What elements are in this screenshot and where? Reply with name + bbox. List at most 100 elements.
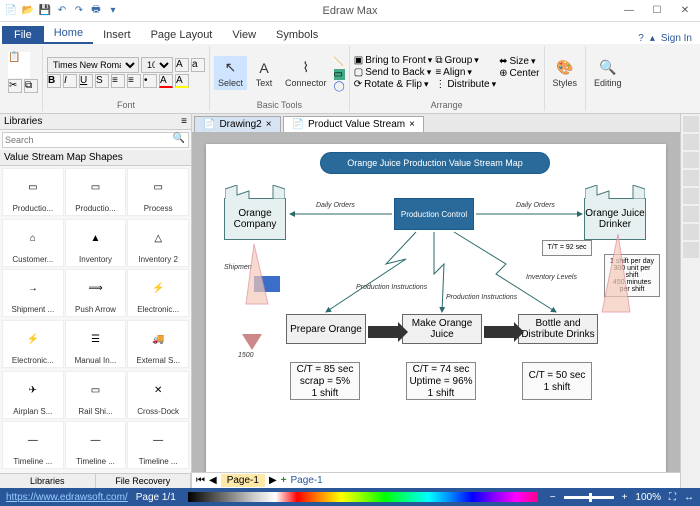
- doc-tab-1[interactable]: 📄Product Value Stream×: [283, 116, 424, 132]
- shape-item[interactable]: ⚡Electronic...: [127, 269, 189, 317]
- font-color-icon[interactable]: A: [159, 74, 173, 88]
- qat-undo-icon[interactable]: ↶: [55, 4, 69, 18]
- takt-time-note[interactable]: T/T = 92 sec: [542, 240, 592, 256]
- rt-layer-icon[interactable]: [683, 188, 699, 204]
- shift-note[interactable]: 1 shift per day 300 unit per shift 450 m…: [604, 254, 660, 297]
- production-control-node[interactable]: Production Control: [394, 198, 474, 230]
- close-tab-icon[interactable]: ×: [409, 119, 415, 130]
- bullets-icon[interactable]: •: [143, 74, 157, 88]
- shape-search-input[interactable]: [2, 132, 189, 148]
- search-icon[interactable]: 🔍: [173, 133, 185, 144]
- font-decrease-icon[interactable]: a: [191, 58, 205, 72]
- bold-icon[interactable]: B: [47, 74, 61, 88]
- tab-libraries[interactable]: Libraries: [0, 474, 96, 488]
- rt-props-icon[interactable]: [683, 206, 699, 222]
- drawing-page[interactable]: Orange Juice Production Value Stream Map…: [206, 144, 666, 472]
- styles-button[interactable]: 🎨Styles: [549, 56, 582, 90]
- shape-item[interactable]: —Timeline ...: [65, 421, 127, 469]
- cut-icon[interactable]: ✂: [8, 79, 22, 93]
- maximize-button[interactable]: ☐: [644, 2, 670, 20]
- rt-theme-icon[interactable]: [683, 170, 699, 186]
- qat-save-icon[interactable]: 💾: [38, 4, 52, 18]
- shape-item[interactable]: ▭Productio...: [65, 168, 127, 216]
- sidebar-menu-icon[interactable]: ≡: [181, 116, 187, 127]
- doc-tab-0[interactable]: 📄Drawing2×: [194, 116, 281, 132]
- group-icon[interactable]: ⧉: [435, 55, 442, 66]
- shape-item[interactable]: ✕Cross-Dock: [127, 371, 189, 419]
- align-left-icon[interactable]: ≡: [111, 74, 125, 88]
- process-2[interactable]: Make Orange Juice: [402, 314, 482, 344]
- customer-node[interactable]: Orange Juice Drinker: [584, 198, 646, 240]
- tab-home[interactable]: Home: [44, 24, 93, 44]
- qat-redo-icon[interactable]: ↷: [72, 4, 86, 18]
- rect-tool-icon[interactable]: ▭: [334, 69, 345, 80]
- align-icon[interactable]: ≡: [435, 67, 441, 78]
- shape-item[interactable]: ▭Rail Shi...: [65, 371, 127, 419]
- fit-page-icon[interactable]: ⛶: [669, 492, 676, 503]
- underline-icon[interactable]: U: [79, 74, 93, 88]
- shape-item[interactable]: 🚚External S...: [127, 320, 189, 368]
- qat-new-icon[interactable]: 📄: [4, 4, 18, 18]
- tab-insert[interactable]: Insert: [93, 26, 141, 44]
- font-family-select[interactable]: Times New Roman: [47, 57, 139, 73]
- rt-line-icon[interactable]: [683, 134, 699, 150]
- qat-open-icon[interactable]: 📂: [21, 4, 35, 18]
- shape-item[interactable]: —Timeline ...: [2, 421, 64, 469]
- help-icon[interactable]: ?: [638, 33, 644, 44]
- page-tab-1[interactable]: Page-1: [221, 474, 265, 487]
- tab-file-recovery[interactable]: File Recovery: [96, 474, 192, 488]
- shape-item[interactable]: ▭Productio...: [2, 168, 64, 216]
- send-back-icon[interactable]: ▢: [354, 67, 363, 78]
- shape-item[interactable]: ⌂Customer...: [2, 219, 64, 267]
- shape-item[interactable]: →Shipment ...: [2, 269, 64, 317]
- font-increase-icon[interactable]: A: [175, 58, 189, 72]
- select-tool[interactable]: ↖Select: [214, 56, 247, 90]
- ellipse-tool-icon[interactable]: ◯: [334, 81, 345, 92]
- shape-item[interactable]: ▭Process: [127, 168, 189, 216]
- shape-item[interactable]: —Timeline ...: [127, 421, 189, 469]
- qat-print-icon[interactable]: 🖶: [89, 4, 103, 18]
- color-palette-bar[interactable]: [188, 492, 538, 502]
- tab-symbols[interactable]: Symbols: [266, 26, 328, 44]
- add-page-icon[interactable]: +: [281, 475, 287, 486]
- size-icon[interactable]: ⬌: [499, 56, 507, 67]
- close-button[interactable]: ✕: [672, 2, 698, 20]
- line-tool-icon[interactable]: ＼: [334, 53, 345, 68]
- shape-item[interactable]: ☰Manual In...: [65, 320, 127, 368]
- bring-front-icon[interactable]: ▣: [354, 55, 363, 66]
- rt-shadow-icon[interactable]: [683, 152, 699, 168]
- data-box-2[interactable]: C/T = 74 secUptime = 96%1 shift: [406, 362, 476, 400]
- connector-tool[interactable]: ⌇Connector: [281, 56, 331, 90]
- sign-in-link[interactable]: Sign In: [661, 33, 692, 44]
- rt-fill-icon[interactable]: [683, 116, 699, 132]
- editing-button[interactable]: 🔍Editing: [590, 56, 626, 90]
- highlight-icon[interactable]: A: [175, 74, 189, 88]
- zoom-out-icon[interactable]: −: [550, 492, 556, 503]
- font-size-select[interactable]: 10: [141, 57, 173, 73]
- data-box-3[interactable]: C/T = 50 sec1 shift: [522, 362, 592, 400]
- shape-item[interactable]: ⚡Electronic...: [2, 320, 64, 368]
- inventory-1[interactable]: [242, 334, 262, 350]
- shape-category[interactable]: Value Stream Map Shapes: [4, 152, 123, 163]
- tab-page-layout[interactable]: Page Layout: [141, 26, 223, 44]
- shape-item[interactable]: △Inventory 2: [127, 219, 189, 267]
- center-icon[interactable]: ⊕: [499, 68, 507, 79]
- italic-icon[interactable]: I: [63, 74, 77, 88]
- tab-view[interactable]: View: [222, 26, 266, 44]
- rt-comment-icon[interactable]: [683, 224, 699, 240]
- page-tab-dup[interactable]: Page-1: [291, 475, 323, 486]
- zoom-slider[interactable]: [564, 496, 614, 499]
- copy-icon[interactable]: ⧉: [24, 79, 38, 93]
- truck-icon[interactable]: [254, 276, 280, 292]
- shape-item[interactable]: ▲Inventory: [65, 219, 127, 267]
- collapse-ribbon-icon[interactable]: ▴: [650, 33, 655, 44]
- supplier-node[interactable]: Orange Company: [224, 198, 286, 240]
- align-center-icon[interactable]: ≡: [127, 74, 141, 88]
- text-tool[interactable]: AText: [250, 56, 278, 90]
- canvas-viewport[interactable]: Orange Juice Production Value Stream Map…: [192, 132, 680, 472]
- page-nav-prev-icon[interactable]: ◀: [209, 475, 217, 486]
- rotate-icon[interactable]: ⟳: [354, 79, 362, 90]
- page-nav-next-icon[interactable]: ▶: [269, 475, 277, 486]
- distribute-icon[interactable]: ⋮: [435, 79, 445, 90]
- data-box-1[interactable]: C/T = 85 secscrap = 5%1 shift: [290, 362, 360, 400]
